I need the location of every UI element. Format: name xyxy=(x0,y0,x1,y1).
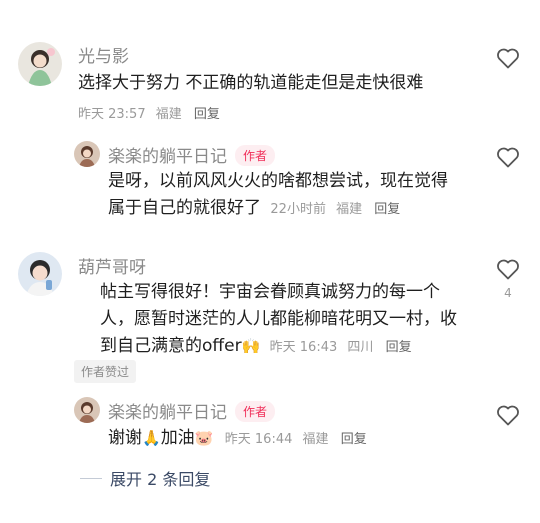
reply-author[interactable]: 楽楽的躺平日记 作者 xyxy=(108,398,276,423)
author-badge: 作者 xyxy=(235,401,276,422)
pray-hands-icon: 🙏 xyxy=(142,429,161,447)
comment-time: 昨天 16:43 xyxy=(269,340,338,355)
reply-time: 昨天 16:44 xyxy=(224,432,293,447)
comment-text-line[interactable]: 人，愿暂时迷茫的人儿都能柳暗花明又一村，收 xyxy=(100,306,480,333)
comment-author[interactable]: 葫芦哥呀 xyxy=(78,253,146,278)
salute-icon: 🙌 xyxy=(241,337,261,355)
expand-replies-button[interactable]: 展开 2 条回复 xyxy=(80,466,210,490)
heart-outline-icon xyxy=(497,405,519,426)
comment-location: 四川 xyxy=(347,340,374,355)
expand-divider xyxy=(80,477,102,479)
comment-text-line[interactable]: 帖主写得很好！宇宙会眷顾真诚努力的每一个 xyxy=(100,279,480,306)
comment-text[interactable]: 帖主写得很好！宇宙会眷顾真诚努力的每一个 人，愿暂时迷茫的人儿都能柳暗花明又一村… xyxy=(100,279,480,361)
reply-meta: 昨天 16:44 福建 回复 xyxy=(225,432,367,447)
pig-face-icon: 🐷 xyxy=(194,429,214,447)
comment-text-line-last[interactable]: 到自己满意的offer🙌 昨天 16:43 四川 回复 xyxy=(100,333,480,361)
avatar[interactable] xyxy=(18,252,62,296)
like-button[interactable]: 4 xyxy=(496,258,520,300)
reply-button[interactable]: 回复 xyxy=(341,432,367,447)
reply-button[interactable]: 回复 xyxy=(386,340,412,355)
reply-text-part[interactable]: 谢谢 xyxy=(108,428,142,448)
like-button[interactable] xyxy=(496,404,520,426)
comment-meta: 昨天 16:43 四川 回复 xyxy=(270,340,412,355)
author-liked-tag: 作者赞过 xyxy=(74,360,137,383)
reply-location: 福建 xyxy=(302,432,329,447)
reply-author-name[interactable]: 楽楽的躺平日记 xyxy=(108,403,227,423)
reply-text-part[interactable]: 加油 xyxy=(161,428,195,448)
comment-text-end[interactable]: 到自己满意的offer xyxy=(100,336,242,356)
reply-text[interactable]: 谢谢🙏加油🐷 昨天 16:44 福建 回复 xyxy=(108,425,468,453)
comment-item: 葫芦哥呀 帖主写得很好！宇宙会眷顾真诚努力的每一个 人，愿暂时迷茫的人儿都能柳暗… xyxy=(0,0,540,523)
avatar[interactable] xyxy=(74,397,100,423)
like-count: 4 xyxy=(504,286,512,300)
heart-outline-icon xyxy=(497,259,519,280)
expand-replies-label[interactable]: 展开 2 条回复 xyxy=(110,466,210,490)
